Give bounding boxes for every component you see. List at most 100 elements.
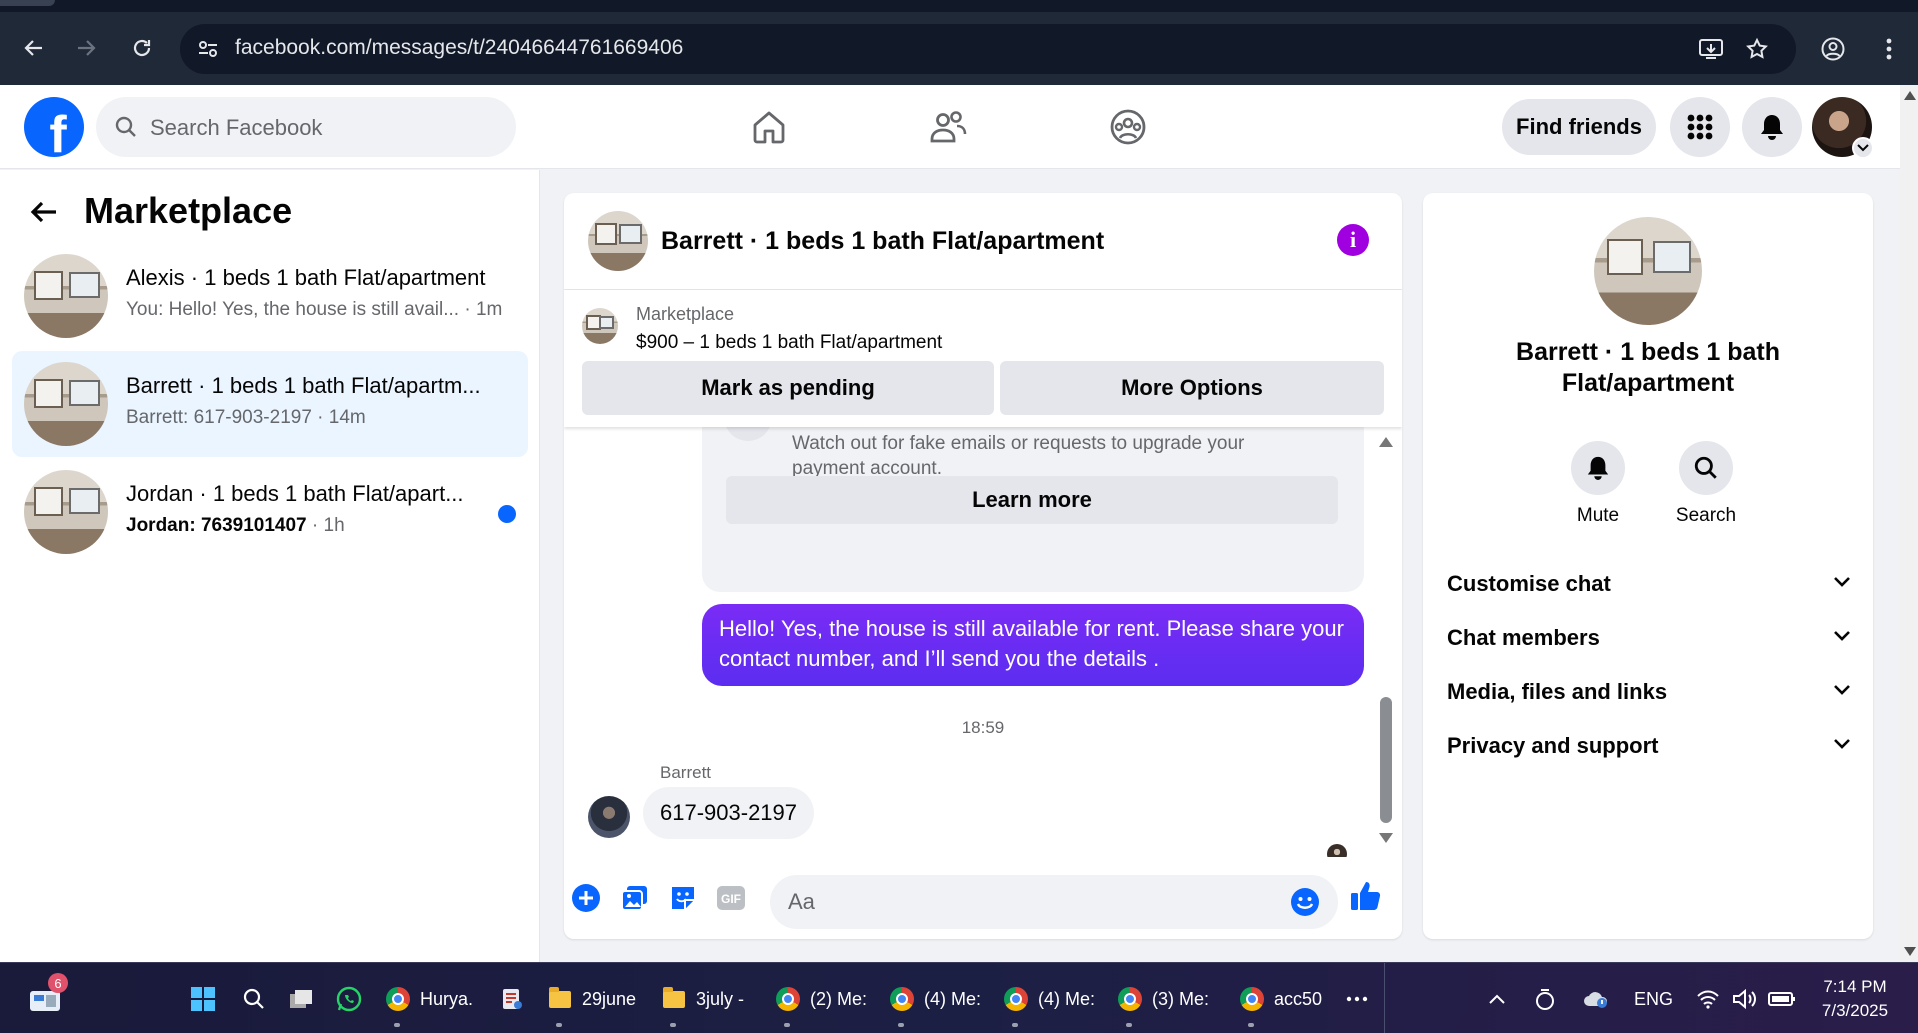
volume-icon[interactable]	[1732, 979, 1758, 1019]
thread-scroll-down-icon[interactable]	[1379, 833, 1393, 843]
back-icon[interactable]	[16, 30, 52, 66]
sender-avatar[interactable]	[588, 796, 630, 838]
media-files-links-section[interactable]: Media, files and links	[1423, 663, 1873, 723]
mute-button[interactable]: Mute	[1558, 441, 1638, 527]
chat-title[interactable]: Barrett · 1 beds 1 bath Flat/apartment	[661, 227, 1104, 256]
listing-thumbnail[interactable]	[582, 308, 618, 344]
thread-scroll-up-icon[interactable]	[1379, 437, 1393, 447]
chat-members-section[interactable]: Chat members	[1423, 609, 1873, 669]
privacy-support-section[interactable]: Privacy and support	[1423, 717, 1873, 777]
chat-profile-image	[1594, 217, 1702, 325]
language-indicator[interactable]: ENG	[1634, 979, 1673, 1019]
reload-icon[interactable]	[124, 30, 160, 66]
menu-grid-icon[interactable]	[1670, 97, 1730, 157]
notifications-bell-icon[interactable]	[1742, 97, 1802, 157]
marketplace-conversation-list: Marketplace Alexis · 1 beds 1 bath Flat/…	[0, 170, 540, 962]
incoming-message-bubble[interactable]: 617-903-2197	[643, 787, 815, 839]
taskbar-search-icon[interactable]	[242, 979, 266, 1019]
running-indicator	[394, 1023, 400, 1027]
battery-icon[interactable]	[1768, 979, 1796, 1019]
scroll-up-icon[interactable]	[1904, 91, 1916, 100]
browser-menu-icon[interactable]	[1872, 32, 1906, 66]
running-indicator	[1126, 1023, 1132, 1027]
task-view-icon[interactable]	[288, 979, 314, 1019]
chat-listing-thumbnail[interactable]	[588, 211, 648, 271]
chrome-icon	[890, 987, 914, 1011]
search-icon	[1679, 441, 1733, 495]
install-app-icon[interactable]	[1694, 32, 1728, 66]
site-settings-icon[interactable]	[190, 31, 226, 67]
conversation-name: Barrett · 1 beds 1 bath Flat/apartm...	[126, 373, 481, 398]
browser-tab[interactable]	[0, 0, 55, 6]
conversation-item-barrett[interactable]: Barrett · 1 beds 1 bath Flat/apartm... B…	[12, 351, 528, 457]
profile-account-icon[interactable]	[1816, 32, 1850, 66]
find-friends-button[interactable]: Find friends	[1502, 99, 1656, 155]
more-options-button[interactable]: More Options	[1000, 361, 1384, 415]
power-app-icon[interactable]	[1534, 979, 1556, 1019]
taskbar-item-folder-3july[interactable]: 3july -	[662, 979, 744, 1019]
learn-more-button[interactable]: Learn more	[726, 476, 1338, 524]
outgoing-message-bubble[interactable]: Hello! Yes, the house is still available…	[702, 604, 1364, 686]
taskbar-item-chrome-messages-4b[interactable]: (4) Me:	[1004, 979, 1095, 1019]
chrome-icon	[386, 987, 410, 1011]
folder-icon	[663, 986, 685, 1008]
facebook-logo[interactable]: f	[24, 97, 84, 157]
chevron-down-icon	[1833, 629, 1851, 647]
groups-icon[interactable]	[1106, 105, 1150, 149]
page-scrollbar[interactable]	[1900, 85, 1918, 962]
message-thread[interactable]: Watch out for fake emails or requests to…	[564, 427, 1402, 857]
notice-icon	[724, 427, 772, 441]
onedrive-cloud-icon[interactable]	[1582, 979, 1610, 1019]
bookmark-star-icon[interactable]	[1740, 32, 1774, 66]
taskbar-item-app[interactable]	[500, 979, 524, 1019]
back-arrow-icon[interactable]	[28, 196, 60, 233]
scroll-down-icon[interactable]	[1904, 947, 1916, 956]
mark-as-pending-button[interactable]: Mark as pending	[582, 361, 994, 415]
listing-price[interactable]: $900 – 1 beds 1 bath Flat/apartment	[636, 332, 942, 354]
taskbar-item-chrome-messages-3[interactable]: (3) Me:	[1118, 979, 1209, 1019]
conversation-item-jordan[interactable]: Jordan · 1 beds 1 bath Flat/apart... Jor…	[12, 459, 528, 565]
sticker-icon[interactable]	[666, 881, 700, 915]
message-timestamp: 18:59	[961, 718, 1005, 737]
chrome-icon	[776, 987, 800, 1011]
friends-icon[interactable]	[926, 105, 970, 149]
gif-icon[interactable]: GIF	[714, 881, 748, 915]
taskbar-item-chrome-acc50[interactable]: acc50	[1240, 979, 1322, 1019]
chevron-down-icon[interactable]	[1852, 137, 1874, 159]
unread-indicator	[498, 505, 516, 523]
whatsapp-icon[interactable]	[336, 979, 362, 1019]
forward-icon[interactable]	[68, 30, 104, 66]
emoji-icon[interactable]	[1290, 887, 1320, 922]
running-indicator	[1248, 1023, 1254, 1027]
taskbar-item-chrome-hurya[interactable]: Hurya.	[386, 979, 473, 1019]
message-input[interactable]	[770, 875, 1338, 929]
system-clock[interactable]: 7:14 PM 7/3/2025	[1800, 975, 1910, 1023]
more-apps-icon[interactable]	[1346, 979, 1368, 1019]
taskbar-item-chrome-messages-4a[interactable]: (4) Me:	[890, 979, 981, 1019]
section-label: Customise chat	[1447, 571, 1611, 596]
search-facebook-input[interactable]: Search Facebook	[96, 97, 516, 157]
thread-scrollbar-thumb[interactable]	[1380, 697, 1392, 823]
taskbar-divider	[1384, 963, 1385, 1033]
customise-chat-section[interactable]: Customise chat	[1423, 555, 1873, 615]
wifi-icon[interactable]	[1696, 979, 1720, 1019]
photo-icon[interactable]	[618, 881, 652, 915]
add-plus-icon[interactable]	[569, 881, 603, 915]
message-composer: GIF	[564, 865, 1402, 939]
taskbar-item-chrome-messages-2[interactable]: (2) Me:	[776, 979, 867, 1019]
running-indicator	[898, 1023, 904, 1027]
search-in-chat-button[interactable]: Search	[1666, 441, 1746, 527]
home-icon[interactable]	[747, 105, 791, 149]
info-icon[interactable]: i	[1337, 224, 1369, 256]
chat-header: Barrett · 1 beds 1 bath Flat/apartment i	[564, 193, 1402, 290]
start-windows-icon[interactable]	[190, 979, 216, 1019]
svg-text:GIF: GIF	[721, 892, 741, 906]
section-label: Media, files and links	[1447, 679, 1668, 704]
thumbs-up-icon[interactable]	[1349, 879, 1383, 913]
browser-toolbar: facebook.com/messages/t/2404664476166940…	[0, 0, 1918, 85]
running-indicator	[670, 1023, 676, 1027]
conversation-item-alexis[interactable]: Alexis · 1 beds 1 bath Flat/apartment Yo…	[12, 243, 528, 349]
taskbar-item-folder-29june[interactable]: 29june	[548, 979, 636, 1019]
url-text[interactable]: facebook.com/messages/t/2404664476166940…	[235, 36, 683, 60]
show-hidden-icons-chevron-up-icon[interactable]	[1488, 979, 1506, 1019]
